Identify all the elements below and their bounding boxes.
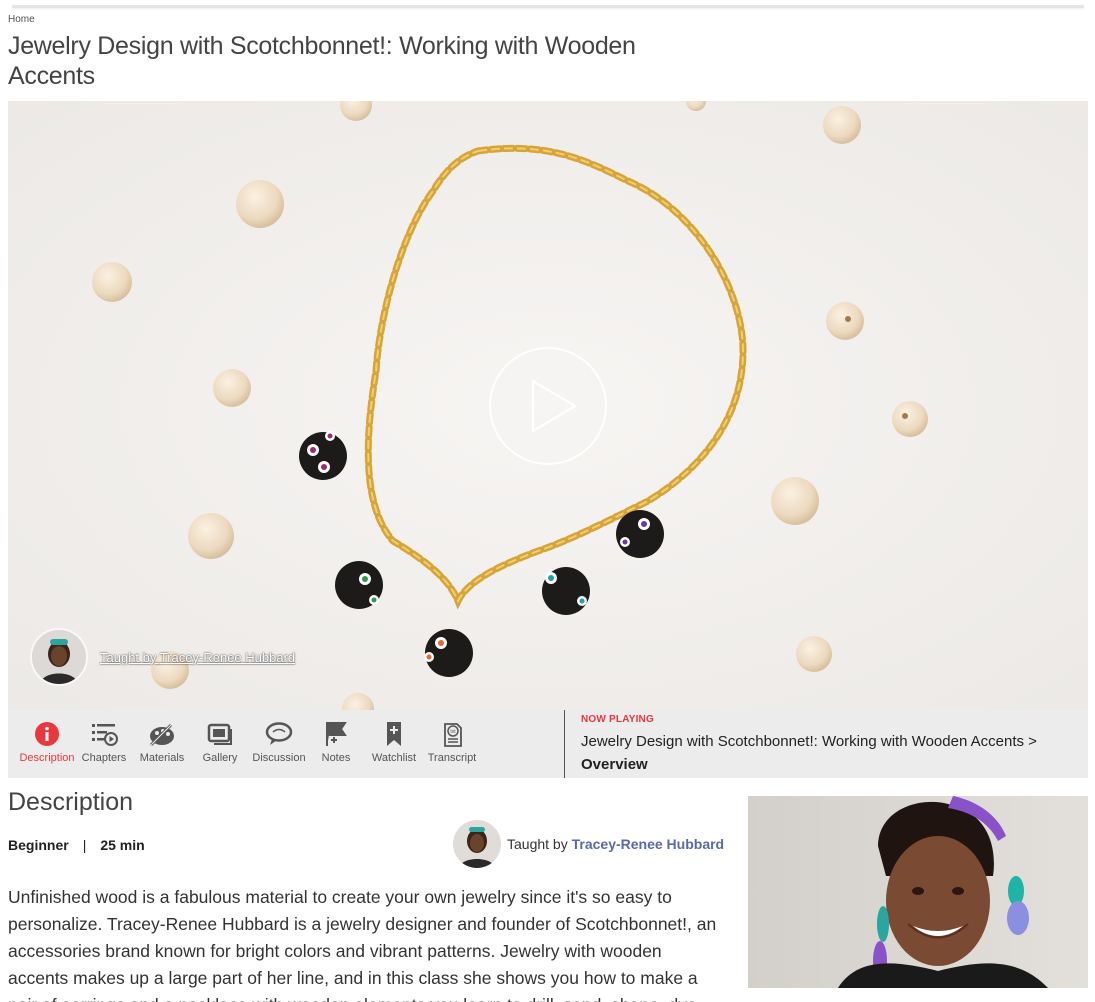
tab-materials[interactable]: Materials	[129, 720, 195, 764]
video-instructor-name[interactable]: Tracey-Renee Hubbard	[160, 650, 295, 665]
materials-icon	[149, 723, 174, 747]
discussion-icon	[265, 722, 293, 745]
info-icon	[35, 722, 59, 746]
now-playing-label: NOW PLAYING	[581, 714, 654, 725]
chapters-icon	[92, 724, 118, 746]
notes-icon	[326, 722, 347, 746]
course-toolbar: Description Chapters Materials Gallery D…	[8, 710, 1088, 778]
instructor-avatar	[30, 628, 88, 686]
now-playing-lesson: Overview	[581, 756, 648, 773]
tab-watchlist-label: Watchlist	[371, 752, 417, 764]
transcript-icon: txt	[444, 723, 462, 747]
breadcrumb-home-link[interactable]: Home	[8, 14, 35, 25]
video-player[interactable]: Taught by Tracey-Renee Hubbard	[8, 101, 1088, 710]
play-icon	[532, 379, 577, 433]
gallery-icon	[207, 723, 232, 745]
toolbar-divider	[564, 710, 565, 778]
taught-by-label: Taught by	[507, 836, 568, 852]
tab-materials-label: Materials	[139, 752, 185, 764]
now-playing-title[interactable]: Jewelry Design with Scotchbonnet!: Worki…	[581, 730, 1081, 776]
video-taught-by-prefix: Taught by	[100, 649, 160, 665]
tab-notes-label: Notes	[321, 752, 351, 764]
tab-chapters[interactable]: Chapters	[71, 720, 137, 764]
skill-level: Beginner	[8, 837, 69, 853]
instructor-photo	[748, 796, 1088, 988]
tab-discussion-label: Discussion	[252, 752, 306, 764]
class-duration: 25 min	[100, 837, 145, 853]
instructor-link[interactable]: Tracey-Renee Hubbard	[572, 836, 725, 852]
description-body: Unfinished wood is a fabulous material t…	[8, 887, 717, 1002]
tab-transcript[interactable]: txt Transcript	[419, 720, 485, 764]
tab-description-label: Description	[19, 752, 75, 764]
tab-gallery-label: Gallery	[202, 752, 238, 764]
top-shadow-line	[12, 5, 1084, 8]
now-playing[interactable]: NOW PLAYING Jewelry Design with Scotchbo…	[581, 714, 1081, 776]
video-instructor-overlay[interactable]: Taught by Tracey-Renee Hubbard	[30, 628, 295, 686]
now-playing-class: Jewelry Design with Scotchbonnet!: Worki…	[581, 733, 1037, 750]
svg-text:txt: txt	[450, 729, 456, 735]
tab-watchlist[interactable]: Watchlist	[361, 720, 427, 764]
instructor-line: Taught by Tracey-Renee Hubbard	[453, 820, 724, 868]
page-title: Jewelry Design with Scotchbonnet!: Worki…	[8, 32, 636, 90]
description-heading: Description	[8, 788, 134, 816]
tab-chapters-label: Chapters	[81, 752, 127, 764]
meta-separator: |	[82, 837, 87, 853]
class-meta: Beginner | 25 min	[8, 837, 145, 853]
instructor-text: Taught by Tracey-Renee Hubbard	[507, 836, 724, 852]
breadcrumb: Home	[8, 14, 35, 25]
bookmark-icon	[387, 722, 401, 746]
tab-transcript-label: Transcript	[427, 752, 477, 764]
play-button[interactable]	[489, 347, 607, 465]
tab-notes[interactable]: Notes	[303, 720, 369, 764]
instructor-avatar-small[interactable]	[453, 820, 501, 868]
tab-gallery[interactable]: Gallery	[187, 720, 253, 764]
video-taught-by: Taught by Tracey-Renee Hubbard	[100, 650, 295, 665]
